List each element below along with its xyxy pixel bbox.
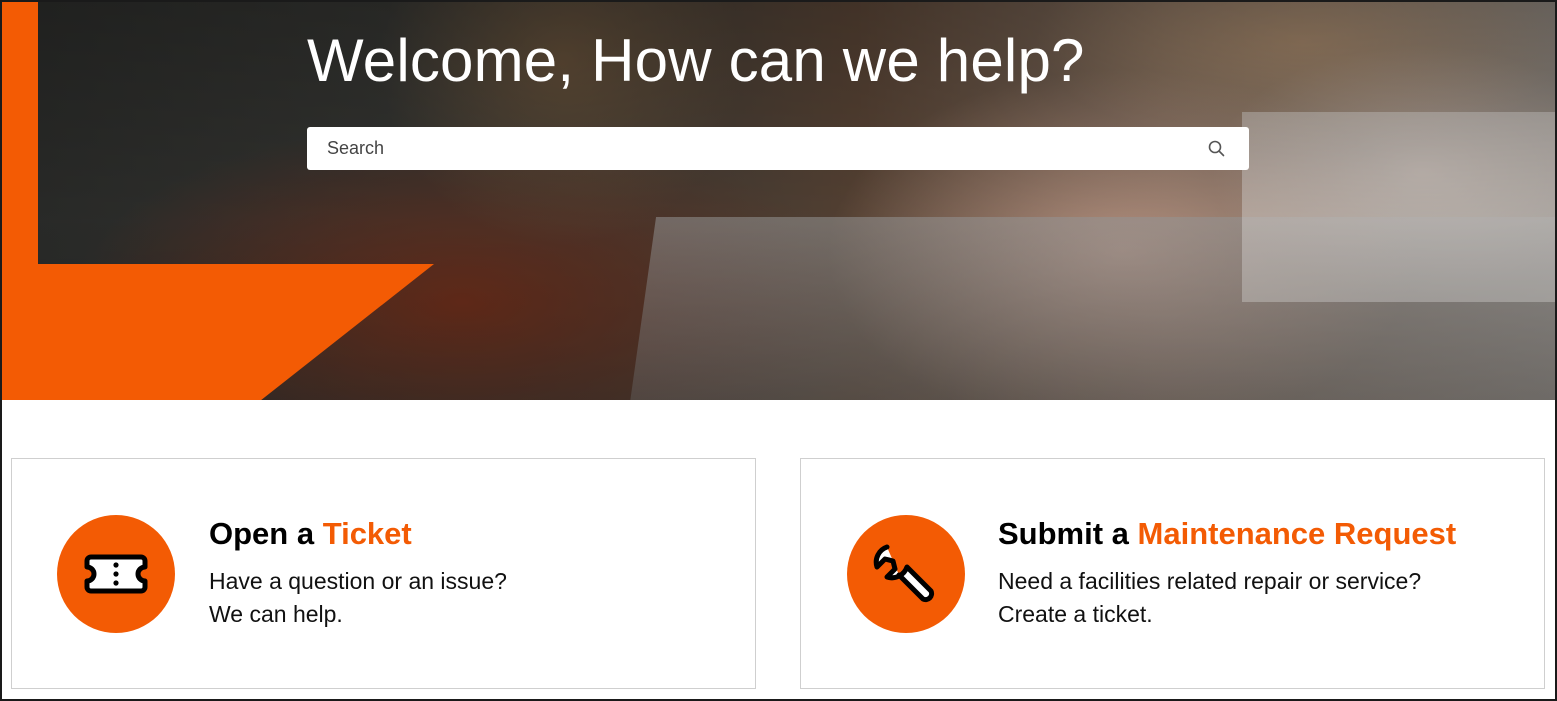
- card-description: Have a question or an issue? We can help…: [209, 565, 507, 631]
- card-description-line-1: Have a question or an issue?: [209, 568, 507, 594]
- search-bar[interactable]: [307, 127, 1249, 170]
- hero-orange-band: [2, 2, 38, 264]
- card-title-accent[interactable]: Ticket: [323, 516, 412, 551]
- hero-banner: Welcome, How can we help?: [2, 2, 1555, 400]
- wrench-icon-badge: [847, 515, 965, 633]
- card-title-accent[interactable]: Maintenance Request: [1138, 516, 1457, 551]
- search-icon[interactable]: [1207, 139, 1227, 159]
- card-title[interactable]: Open a Ticket: [209, 516, 412, 552]
- maintenance-request-card[interactable]: Submit a Maintenance Request Need a faci…: [800, 458, 1545, 689]
- page-frame: Welcome, How can we help? Open a Ticket …: [0, 0, 1557, 701]
- card-title-prefix: Submit a: [998, 516, 1138, 551]
- card-description: Need a facilities related repair or serv…: [998, 565, 1421, 631]
- card-title-prefix: Open a: [209, 516, 323, 551]
- ticket-icon: [84, 554, 148, 594]
- card-description-line-2: Create a ticket.: [998, 601, 1153, 627]
- card-description-line-2: We can help.: [209, 601, 343, 627]
- open-ticket-card[interactable]: Open a Ticket Have a question or an issu…: [11, 458, 756, 689]
- wrench-icon: [873, 544, 935, 603]
- card-title[interactable]: Submit a Maintenance Request: [998, 516, 1456, 552]
- search-input[interactable]: [307, 127, 1187, 170]
- hero-title: Welcome, How can we help?: [307, 27, 1085, 94]
- card-description-line-1: Need a facilities related repair or serv…: [998, 568, 1422, 594]
- ticket-icon-badge: [57, 515, 175, 633]
